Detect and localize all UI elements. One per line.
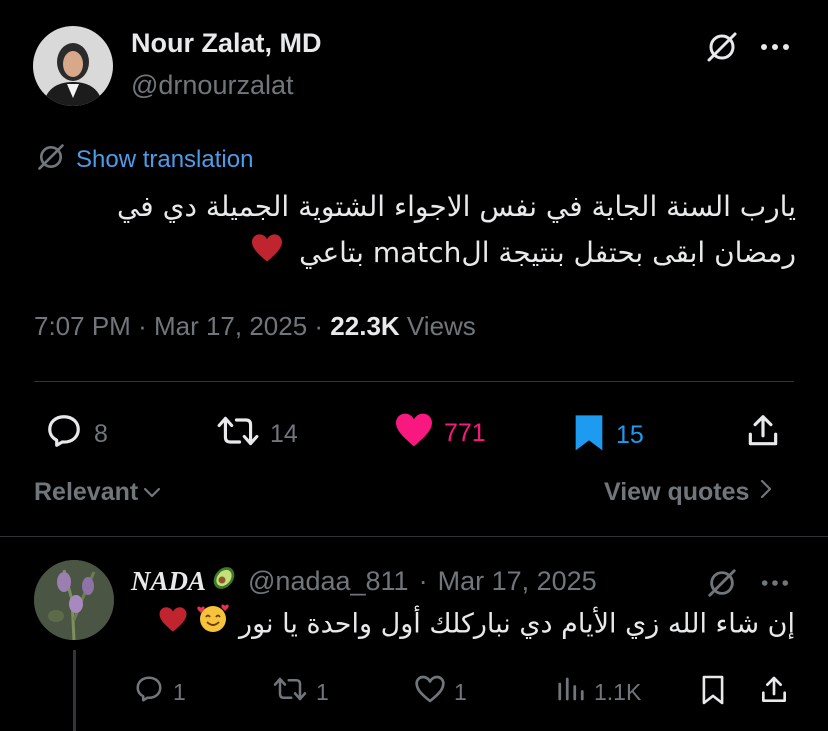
reply-author-name[interactable]: NADA: [131, 566, 206, 597]
reply-like-button[interactable]: 1: [414, 674, 467, 710]
author-name[interactable]: Nour Zalat, MD: [131, 28, 322, 59]
reply-views-button[interactable]: 1.1K: [556, 674, 641, 710]
smile-hearts-emoji: [196, 602, 230, 648]
views-icon: [556, 674, 586, 710]
reply-header: NADA @nadaa_811 · Mar 17, 2025: [131, 564, 597, 599]
thread-line: [73, 650, 76, 731]
tweet-time[interactable]: 7:07 PM: [34, 311, 131, 341]
author-avatar[interactable]: [33, 26, 113, 106]
reply-reply-count: 1: [173, 678, 186, 705]
reply-views-count: 1.1K: [594, 678, 642, 705]
grok-icon[interactable]: [703, 564, 741, 602]
meta-separator: ·: [418, 566, 428, 596]
reply-like-count: 1: [454, 678, 467, 705]
reply-icon: [133, 674, 165, 710]
bookmark-icon: [700, 674, 726, 712]
reply-bookmark-button[interactable]: [700, 674, 726, 712]
reply-share-button[interactable]: [758, 674, 790, 712]
heart-emoji: [158, 603, 188, 647]
grok-icon[interactable]: [703, 28, 741, 66]
reply-repost-count: 1: [316, 678, 329, 705]
author-handle[interactable]: @drnourzalat: [131, 70, 294, 101]
repost-count: 14: [270, 420, 298, 448]
views-count: 22.3K: [330, 311, 400, 341]
chevron-down-icon: [142, 478, 162, 507]
reply-date[interactable]: Mar 17, 2025: [438, 566, 597, 597]
views-label: Views: [406, 311, 476, 341]
share-icon: [744, 412, 782, 457]
tweet-meta: 7:07 PM · Mar 17, 2025 · 22.3K Views: [34, 311, 476, 342]
reply-repost-button[interactable]: 1: [272, 674, 329, 710]
meta-separator: ·: [314, 311, 331, 341]
reply-author-handle[interactable]: @nadaa_811: [248, 566, 409, 597]
tweet-text-line-2: رمضان ابقى بحتفل بنتيجة الmatch بتاعي: [30, 230, 796, 277]
reply-button[interactable]: 8: [44, 412, 108, 457]
reply-count: 8: [94, 420, 108, 448]
reply-reply-button[interactable]: 1: [133, 674, 186, 710]
repost-icon: [272, 674, 308, 710]
avocado-emoji: [210, 564, 238, 599]
more-icon[interactable]: [758, 32, 792, 62]
repost-button[interactable]: 14: [216, 412, 298, 457]
chevron-right-icon: [759, 478, 773, 507]
divider: [0, 536, 828, 537]
view-quotes-link[interactable]: View quotes: [604, 478, 773, 507]
more-icon[interactable]: [758, 568, 792, 598]
like-icon: [414, 674, 446, 710]
reply-avatar[interactable]: [34, 560, 114, 640]
divider: [34, 381, 794, 382]
repost-icon: [216, 412, 260, 457]
like-icon: [394, 412, 434, 455]
like-count: 771: [444, 419, 486, 447]
tweet-date[interactable]: Mar 17, 2025: [154, 311, 307, 341]
tweet-text-line-1: يارب السنة الجاية في نفس الاجواء الشتوية…: [116, 190, 796, 223]
view-quotes-label: View quotes: [604, 478, 750, 506]
tweet-text: يارب السنة الجاية في نفس الاجواء الشتوية…: [30, 184, 796, 277]
show-translation-link[interactable]: Show translation: [36, 142, 253, 177]
sort-label: Relevant: [34, 478, 139, 506]
bookmark-icon: [572, 412, 606, 459]
show-translation-label[interactable]: Show translation: [76, 146, 253, 174]
like-button[interactable]: 771: [394, 412, 486, 455]
heart-emoji: [250, 231, 284, 277]
sort-dropdown[interactable]: Relevant: [34, 478, 162, 507]
share-button[interactable]: [744, 412, 782, 457]
share-icon: [758, 674, 790, 712]
reply-icon: [44, 412, 84, 457]
bookmark-count: 15: [616, 421, 644, 449]
translate-icon: [36, 142, 66, 177]
reply-text: إن شاء الله زي الأيام دي نباركلك أول واح…: [131, 602, 795, 648]
meta-separator: ·: [138, 311, 154, 341]
bookmark-button[interactable]: 15: [572, 412, 644, 459]
